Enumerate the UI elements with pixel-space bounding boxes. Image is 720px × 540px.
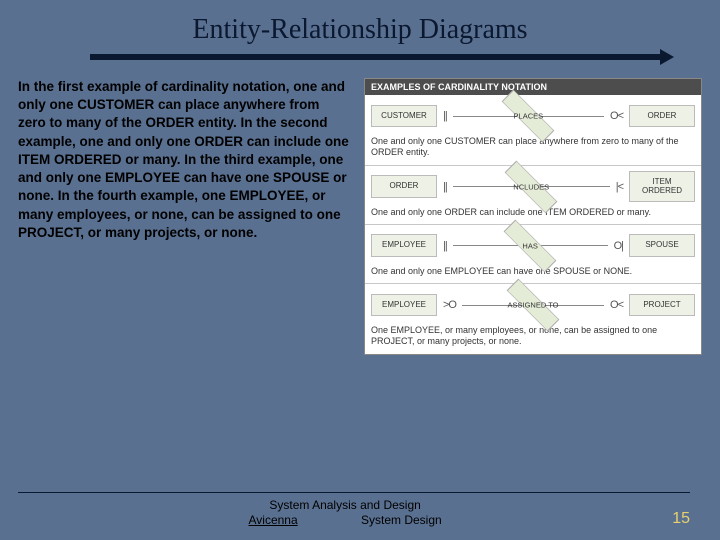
footer-rule (18, 492, 690, 493)
entity-box: SPOUSE (629, 234, 695, 257)
footer-subtitle: System Design (361, 513, 442, 527)
cardinality-notation: O< (608, 299, 625, 311)
cardinality-notation: || (441, 240, 449, 252)
figure-row: EMPLOYEE || HAS O| SPOUSE One and only o… (365, 225, 701, 284)
relationship-label: NCLUDES (501, 183, 561, 191)
entity-box: EMPLOYEE (371, 234, 437, 257)
content-area: In the first example of cardinality nota… (0, 78, 720, 355)
figure-row: EMPLOYEE >O ASSIGNED TO O< PROJECT One E… (365, 284, 701, 354)
entity-box: ITEM ORDERED (629, 171, 695, 203)
footer-author: Avicenna (249, 513, 298, 528)
entity-box: CUSTOMER (371, 105, 437, 128)
entity-box: ORDER (371, 175, 437, 198)
cardinality-notation: O| (612, 240, 625, 252)
entity-box: EMPLOYEE (371, 294, 437, 317)
entity-box: ORDER (629, 105, 695, 128)
slide-footer: System Analysis and Design Avicenna Syst… (0, 498, 720, 528)
relationship-label: PLACES (498, 112, 558, 120)
cardinality-notation: |< (614, 181, 625, 193)
cardinality-notation: || (441, 110, 449, 122)
cardinality-figure: EXAMPLES OF CARDINALITY NOTATION CUSTOME… (364, 78, 702, 355)
cardinality-notation: O< (608, 110, 625, 122)
row-caption: One and only one EMPLOYEE can have one S… (371, 266, 695, 277)
slide-title: Entity-Relationship Diagrams (0, 0, 720, 54)
relationship-label: ASSIGNED TO (503, 301, 563, 309)
body-paragraph: In the first example of cardinality nota… (18, 78, 350, 355)
row-caption: One EMPLOYEE, or many employees, or none… (371, 325, 695, 348)
title-underline-arrow (90, 54, 660, 60)
cardinality-notation: || (441, 181, 449, 193)
row-caption: One and only one ORDER can include one I… (371, 207, 695, 218)
page-number: 15 (672, 510, 690, 528)
relationship-label: HAS (500, 242, 560, 250)
entity-box: PROJECT (629, 294, 695, 317)
cardinality-notation: >O (441, 299, 458, 311)
figure-row: ORDER || NCLUDES |< ITEM ORDERED One and… (365, 166, 701, 225)
footer-course-title: System Analysis and Design (18, 498, 672, 513)
figure-header: EXAMPLES OF CARDINALITY NOTATION (365, 79, 701, 95)
figure-row: CUSTOMER || PLACES O< ORDER One and only… (365, 95, 701, 166)
row-caption: One and only one CUSTOMER can place anyw… (371, 136, 695, 159)
